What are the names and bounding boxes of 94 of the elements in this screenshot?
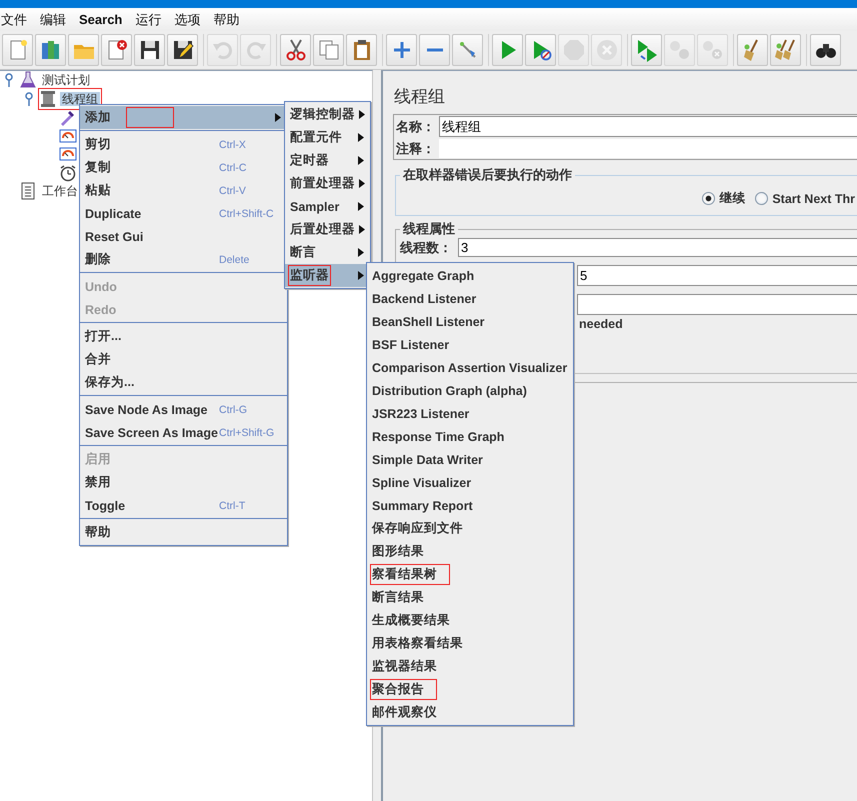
copy-icon: [316, 38, 340, 62]
menu-item[interactable]: 保存响应到文件: [367, 517, 573, 540]
menu-item[interactable]: 合并: [80, 348, 287, 371]
gauge-chart-icon: [59, 126, 77, 145]
menu-title[interactable]: 帮助: [212, 10, 246, 28]
menu-item[interactable]: JSR223 Listener: [367, 402, 573, 425]
tree-node[interactable]: 工作台: [18, 180, 82, 202]
menu-item[interactable]: Reset Gui: [80, 225, 287, 248]
menu-title[interactable]: Search: [78, 12, 128, 27]
menu-item[interactable]: 断言: [285, 241, 370, 264]
submenu-arrow-icon: [358, 133, 364, 142]
menu-item[interactable]: Distribution Graph (alpha): [367, 379, 573, 402]
menu-item[interactable]: 监视器结果: [367, 655, 573, 678]
name-field[interactable]: 线程组: [439, 116, 857, 137]
menu-item[interactable]: Aggregate Graph: [367, 264, 573, 287]
expand-handle-icon[interactable]: [4, 73, 14, 88]
menu-item[interactable]: 打开...: [80, 325, 287, 348]
menu-title[interactable]: 运行: [134, 10, 168, 28]
submenu-arrow-icon: [358, 156, 364, 165]
menu-item[interactable]: 察看结果树: [367, 563, 573, 586]
submenu-arrow-icon: [359, 110, 365, 119]
scissors-icon: [284, 38, 308, 62]
menu-item[interactable]: 保存为...: [80, 371, 287, 394]
toolbar-button[interactable]: [810, 34, 841, 66]
clipboard-list-icon: [19, 182, 37, 200]
group-title: 在取样器错误后要执行的动作: [402, 166, 573, 184]
input-field[interactable]: 5: [577, 265, 857, 286]
menu-item[interactable]: 前置处理器: [285, 172, 370, 195]
menu-item[interactable]: 聚合报告: [367, 678, 573, 701]
checkbox-label: needed: [579, 317, 623, 331]
menu-item[interactable]: BSF Listener: [367, 333, 573, 356]
minus-icon: [426, 48, 444, 52]
menu-item[interactable]: 邮件观察仪: [367, 701, 573, 724]
toolbar-button[interactable]: [134, 34, 165, 66]
menu-item[interactable]: Simple Data Writer: [367, 448, 573, 471]
menu-item[interactable]: 复制 Ctrl-C: [80, 156, 287, 179]
submenu-arrow-icon: [358, 202, 364, 211]
menu-item[interactable]: Summary Report: [367, 494, 573, 517]
radio-option[interactable]: Start Next Thr: [755, 190, 855, 207]
submenu-arrow-icon: [358, 271, 364, 280]
brooms-icon: [774, 38, 798, 62]
menu-item[interactable]: 配置元件: [285, 126, 370, 149]
menu-item[interactable]: 逻辑控制器: [285, 103, 370, 126]
panel-title: 线程组: [394, 86, 446, 108]
input-field[interactable]: [577, 294, 857, 315]
menu-item[interactable]: 帮助: [80, 521, 287, 544]
spool-icon: [39, 90, 57, 108]
stopwatch-icon: [59, 164, 77, 182]
menu-item[interactable]: 定时器: [285, 149, 370, 172]
menu-item[interactable]: BeanShell Listener: [367, 310, 573, 333]
menu-item[interactable]: 删除 Delete: [80, 248, 287, 271]
menu-item[interactable]: 生成概要结果: [367, 609, 573, 632]
field-label: 注释：: [396, 140, 436, 158]
menu-item[interactable]: Save Screen As ImageCtrl+Shift-G: [80, 421, 287, 444]
submenu-arrow-icon: [358, 248, 364, 257]
expand-handle-icon[interactable]: [24, 92, 34, 106]
submenu-arrow-icon: [359, 225, 365, 234]
field-label: 名称：: [396, 118, 436, 136]
menu-title[interactable]: 文件: [0, 10, 33, 28]
submenu-arrow-icon: [275, 113, 281, 122]
toolbar-button[interactable]: [346, 34, 377, 66]
menu-item[interactable]: Toggle Ctrl-T: [80, 494, 287, 517]
menu-item[interactable]: 剪切 Ctrl-X: [80, 133, 287, 156]
close-circle-icon: [594, 38, 618, 62]
menu-item[interactable]: Response Time Graph: [367, 425, 573, 448]
radio-option[interactable]: 继续: [702, 190, 746, 207]
remote-shutdown-icon: [700, 38, 724, 62]
menu-item[interactable]: 图形结果: [367, 540, 573, 563]
stop-sign-icon: [562, 38, 586, 62]
flask-icon: [19, 71, 37, 90]
menu-item[interactable]: Spline Visualizer: [367, 471, 573, 494]
menu-item[interactable]: 断言结果: [367, 586, 573, 609]
menu-title[interactable]: 编辑: [39, 10, 72, 28]
menu-item[interactable]: Sampler: [285, 195, 370, 218]
menu-item[interactable]: Backend Listener: [367, 287, 573, 310]
highlight-frame: [126, 107, 174, 128]
menu-item[interactable]: 禁用: [80, 471, 287, 494]
pipette-icon: [59, 108, 77, 126]
menu-item[interactable]: Comparison Assertion Visualizer: [367, 356, 573, 379]
menu-item[interactable]: 粘贴 Ctrl-V: [80, 179, 287, 202]
group-title: 线程属性: [402, 220, 456, 238]
input-field[interactable]: 3: [458, 238, 857, 257]
comment-field[interactable]: [439, 139, 857, 158]
menu-item[interactable]: Save Node As Image Ctrl-G: [80, 398, 287, 421]
menu-item[interactable]: Duplicate Ctrl+Shift-C: [80, 202, 287, 225]
menu-item[interactable]: 添加: [80, 106, 287, 129]
menu-title[interactable]: 选项: [173, 10, 206, 28]
toolbar-button[interactable]: [167, 34, 198, 66]
remote-stop-icon: [668, 38, 692, 62]
menu-item[interactable]: 后置处理器: [285, 218, 370, 241]
gauge-chart-icon: [59, 145, 77, 164]
menu-item[interactable]: 用表格察看结果: [367, 632, 573, 655]
field-label: 线程数：: [400, 238, 453, 256]
submenu-arrow-icon: [359, 179, 365, 188]
